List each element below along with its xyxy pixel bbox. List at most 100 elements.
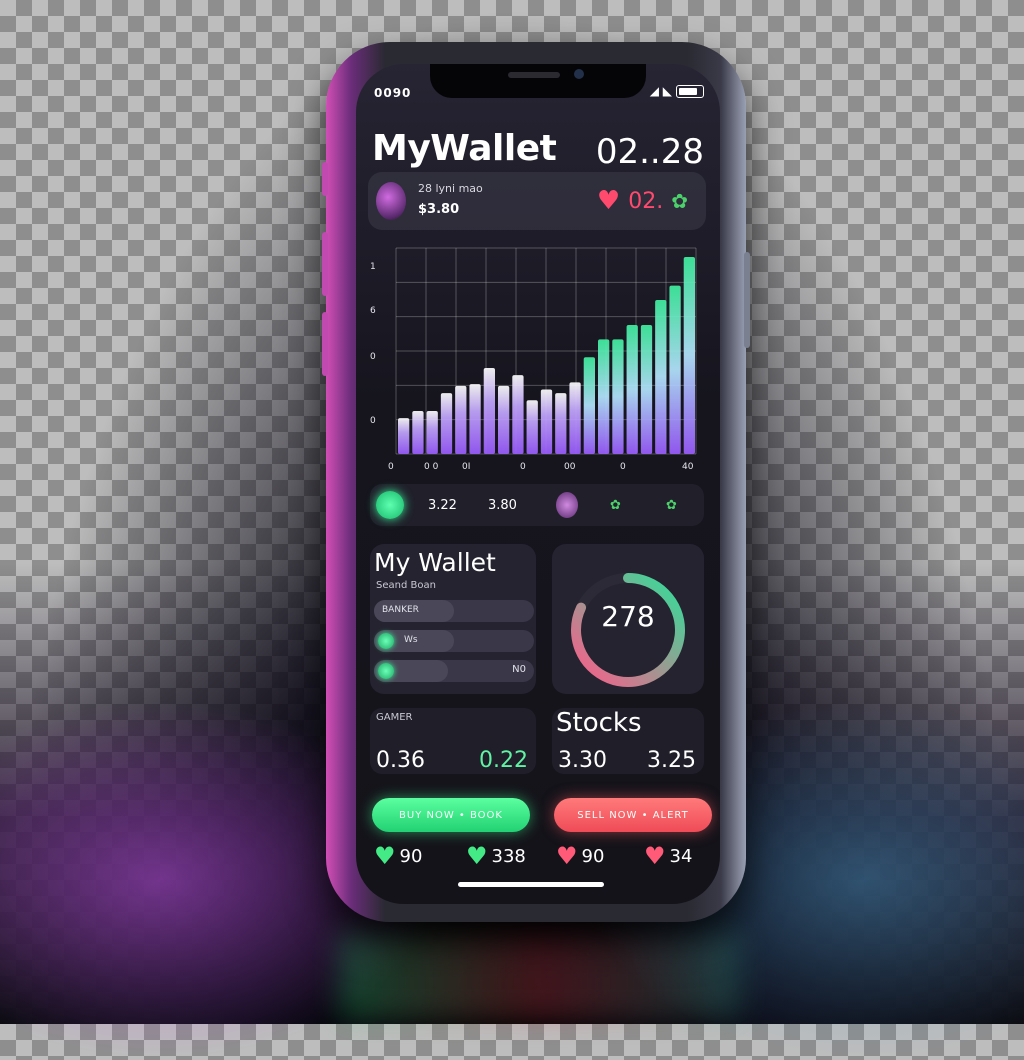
stat-value-b: 0.22	[479, 748, 528, 773]
volume-up-button	[322, 232, 328, 296]
x-tick-label: 0I	[462, 462, 471, 472]
balance-amount: 02..28	[595, 132, 704, 172]
chart-bar	[598, 339, 610, 454]
heart-icon: ♥	[374, 842, 396, 870]
quick-action-e[interactable]: ✿	[666, 490, 677, 520]
quick-action-a[interactable]: 3.22	[428, 490, 457, 520]
plant-icon: ✿	[610, 497, 621, 513]
reaction-count: 338	[491, 845, 526, 867]
wallet-row[interactable]: Ws	[374, 630, 534, 652]
user-amount: $3.80	[418, 202, 460, 217]
chart-bar	[640, 325, 653, 454]
chart-bar	[469, 384, 481, 454]
avatar-icon	[556, 492, 578, 518]
chart-bar	[398, 418, 410, 454]
score-gauge-card[interactable]: 278	[552, 544, 704, 694]
user-name: 28 lyni mao	[418, 182, 483, 195]
bar-chart: 1 6 0 0 0 0 0 0I 0 00 0 40	[362, 244, 710, 480]
likes-group[interactable]: ♥ 02. ✿	[597, 188, 688, 214]
y-tick-label: 1	[370, 262, 376, 272]
chart-bar	[655, 299, 667, 454]
wallet-row-label: Ws	[404, 635, 418, 645]
app-title: MyWallet	[372, 128, 557, 169]
status-bar-left: 0090	[374, 86, 412, 100]
wallet-title: My Wallet	[374, 548, 496, 577]
chart-bar	[498, 385, 510, 454]
wallet-row-value: N0	[512, 664, 526, 675]
y-tick-label: 6	[370, 306, 376, 316]
wallet-icon	[378, 663, 394, 679]
chart-bar	[455, 385, 467, 454]
reaction-count: 34	[669, 845, 693, 867]
chart-bar	[669, 285, 681, 454]
quick-action-c[interactable]	[556, 490, 578, 520]
x-tick-label: 00	[564, 462, 576, 472]
status-bar-right: ◢ ◣	[650, 84, 704, 98]
stocks-title: Stocks	[556, 708, 642, 738]
quick-action-label: 3.80	[488, 497, 517, 513]
chart-bar	[526, 400, 538, 454]
power-button	[744, 252, 750, 348]
x-tick-label: 0	[520, 462, 526, 472]
stocks-value-b: 3.25	[647, 748, 696, 773]
wallet-row[interactable]: N0	[374, 660, 534, 682]
chart-bar	[483, 368, 495, 454]
plant-icon: ✿	[666, 497, 677, 513]
reaction[interactable]: ♥ 338	[466, 844, 526, 868]
chart-bar	[440, 393, 453, 454]
chart-bar	[569, 382, 581, 454]
quick-actions-row: 3.22 3.80 ✿ ✿	[370, 484, 704, 526]
likes-value: 02.	[628, 188, 664, 214]
reaction[interactable]: ♥ 34	[644, 844, 692, 868]
chart-bar	[540, 389, 553, 454]
chart-bar	[612, 339, 624, 454]
heart-icon: ♥	[466, 842, 488, 870]
reaction[interactable]: ♥ 90	[556, 844, 604, 868]
wallet-row-label: BANKER	[382, 605, 419, 615]
mute-switch	[322, 162, 328, 196]
chart-bar	[412, 411, 424, 454]
battery-icon	[676, 84, 704, 98]
quick-action-main[interactable]	[376, 490, 404, 520]
reaction[interactable]: ♥ 90	[374, 844, 422, 868]
x-tick-label: 40	[682, 462, 694, 472]
wallet-card[interactable]: My Wallet Seand Boan BANKER Ws N0	[370, 544, 536, 694]
reaction-count: 90	[399, 845, 423, 867]
home-indicator[interactable]	[458, 882, 604, 887]
user-card[interactable]: 28 lyni mao $3.80 ♥ 02. ✿	[368, 172, 706, 230]
quick-action-d[interactable]: ✿	[610, 490, 621, 520]
signal-icon: ◢ ◣	[649, 84, 672, 98]
x-tick-label: 0 0	[424, 462, 439, 472]
gauge-value: 278	[601, 600, 655, 633]
notch	[430, 64, 646, 98]
avatar[interactable]	[376, 182, 406, 220]
y-tick-label: 0	[370, 416, 376, 426]
stocks-card[interactable]: Stocks 3.30 3.25	[552, 708, 704, 774]
chart-bar	[555, 393, 567, 454]
volume-down-button	[322, 312, 328, 376]
app-screen: 0090 ◢ ◣ MyWallet 02..28 28 lyni mao $3.…	[356, 64, 720, 904]
stat-label: GAMER	[376, 712, 413, 723]
wallet-subtitle: Seand Boan	[376, 580, 436, 591]
buy-button[interactable]: BUY NOW • BOOK	[372, 798, 530, 832]
chart-bar	[626, 325, 638, 454]
stat-card-left[interactable]: GAMER 0.36 0.22	[370, 708, 536, 774]
stat-value-a: 0.36	[376, 748, 425, 773]
chart-plot	[395, 247, 697, 455]
wallet-row[interactable]: BANKER	[374, 600, 534, 622]
y-tick-label: 0	[370, 352, 376, 362]
chart-bar	[426, 411, 438, 454]
reaction-count: 90	[581, 845, 605, 867]
quick-action-label: 3.22	[428, 497, 457, 513]
chart-bar	[583, 357, 595, 454]
quick-action-b[interactable]: 3.80	[488, 490, 517, 520]
chart-bar	[512, 375, 524, 454]
leaf-icon: ✿	[671, 189, 688, 213]
stocks-value-a: 3.30	[558, 748, 607, 773]
x-tick-label: 0	[388, 462, 394, 472]
coin-icon	[376, 491, 404, 519]
heart-icon: ♥	[556, 842, 578, 870]
heart-icon: ♥	[596, 186, 621, 216]
chart-bar	[683, 256, 695, 454]
sell-button[interactable]: SELL NOW • ALERT	[554, 798, 712, 832]
